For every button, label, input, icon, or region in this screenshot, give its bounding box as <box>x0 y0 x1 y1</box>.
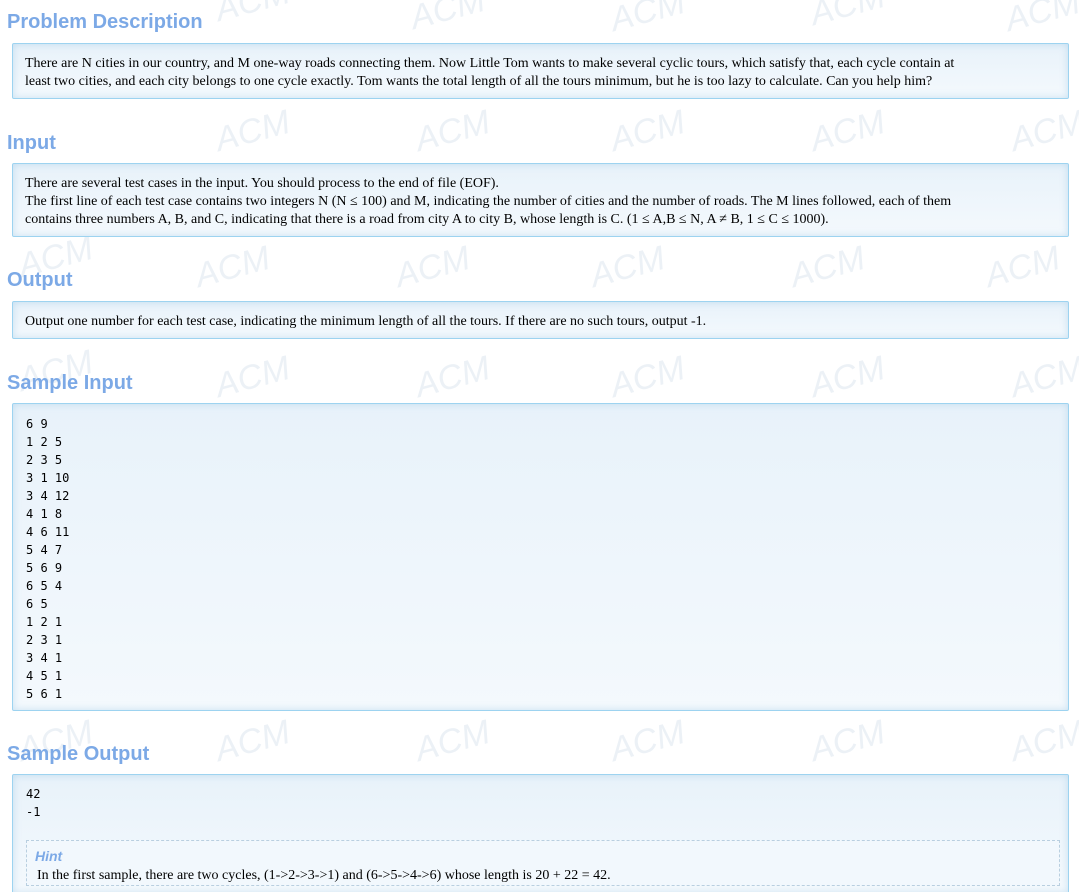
problem-description-title: Problem Description <box>7 11 203 33</box>
watermark: ACM <box>406 0 490 38</box>
watermark: ACM <box>981 238 1065 296</box>
problem-description-panel: There are N cities in our country, and M… <box>12 43 1069 99</box>
watermark: ACM <box>211 102 295 160</box>
watermark: ACM <box>806 0 890 34</box>
watermark: ACM <box>1001 0 1079 40</box>
watermark: ACM <box>786 238 870 296</box>
hint-box: Hint In the first sample, there are two … <box>26 840 1060 886</box>
watermark: ACM <box>1006 348 1079 406</box>
watermark: ACM <box>211 712 295 770</box>
watermark: ACM <box>606 712 690 770</box>
watermark: ACM <box>391 238 475 296</box>
watermark: ACM <box>806 348 890 406</box>
hint-text: In the first sample, there are two cycle… <box>37 868 611 883</box>
watermark: ACM <box>1006 102 1079 160</box>
watermark: ACM <box>1006 712 1079 770</box>
watermark: ACM <box>606 348 690 406</box>
input-title: Input <box>7 132 56 154</box>
sample-output-title: Sample Output <box>7 743 150 765</box>
sample-output-code: 42 -1 <box>26 787 41 819</box>
watermark: ACM <box>211 0 295 30</box>
watermark: ACM <box>606 102 690 160</box>
sample-input-code: 6 9 1 2 5 2 3 5 3 1 10 3 4 12 4 1 8 4 6 … <box>26 417 70 701</box>
watermark: ACM <box>411 102 495 160</box>
sample-input-panel: 6 9 1 2 5 2 3 5 3 1 10 3 4 12 4 1 8 4 6 … <box>12 403 1069 711</box>
output-text: Output one number for each test case, in… <box>25 314 707 329</box>
watermark: ACM <box>411 712 495 770</box>
watermark: ACM <box>806 712 890 770</box>
watermark: ACM <box>586 238 670 296</box>
watermark: ACM <box>806 102 890 160</box>
hint-label: Hint <box>35 848 63 864</box>
sample-input-title: Sample Input <box>7 372 133 394</box>
watermark: ACM <box>606 0 690 40</box>
problem-description-text: There are N cities in our country, and M… <box>25 56 955 89</box>
watermark: ACM <box>211 348 295 406</box>
output-title: Output <box>7 269 73 291</box>
output-panel: Output one number for each test case, in… <box>12 301 1069 339</box>
input-panel: There are several test cases in the inpu… <box>12 163 1069 237</box>
sample-output-panel: 42 -1 Hint In the first sample, there ar… <box>12 774 1069 892</box>
watermark: ACM <box>411 348 495 406</box>
watermark: ACM <box>191 238 275 296</box>
input-text: There are several test cases in the inpu… <box>25 176 952 227</box>
